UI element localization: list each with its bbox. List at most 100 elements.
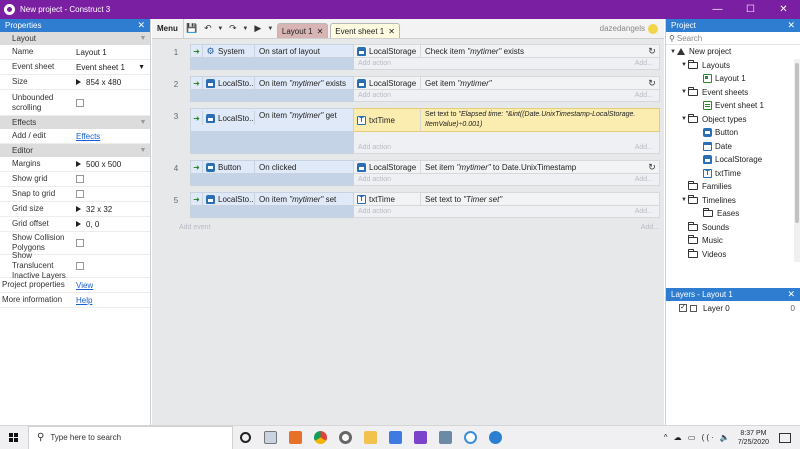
tab-layout-1[interactable]: Layout 1 ✕ [276, 23, 329, 38]
avatar-icon[interactable] [648, 23, 658, 34]
app-purple-icon[interactable] [408, 426, 433, 449]
collapse-icon[interactable]: ▼ [136, 119, 150, 126]
tree-item-videos[interactable]: Videos [666, 248, 800, 262]
tab-close-icon[interactable]: ✕ [388, 27, 395, 36]
collapse-icon[interactable]: ▼ [136, 35, 150, 42]
save-icon[interactable]: 💾 [184, 19, 200, 39]
layer-visible-checkbox[interactable]: ✓ [679, 304, 687, 312]
project-scrollbar[interactable] [794, 59, 800, 262]
tree-item-timelines[interactable]: ▼ Timelines [666, 194, 800, 208]
tree-item-event-sheet-1[interactable]: Event sheet 1 [666, 99, 800, 113]
app-s-icon[interactable] [483, 426, 508, 449]
app-orange-icon[interactable] [283, 426, 308, 449]
project-close-icon[interactable]: ✕ [787, 20, 795, 31]
snap-to-grid-checkbox[interactable] [76, 190, 84, 198]
redo-icon[interactable]: ↷ [225, 19, 241, 39]
project-search[interactable]: ⚲ Search [666, 32, 800, 45]
condition[interactable]: ➜ LocalSto... On item "mytimer" get [190, 108, 354, 132]
action[interactable]: TtxtTime Set text to "Timer set" [354, 192, 660, 206]
start-button[interactable] [0, 426, 28, 449]
event-row[interactable]: 1 ➜ ⚙ System On start of layout LocalStor… [174, 44, 660, 70]
expand-icon[interactable]: ▼ [669, 49, 677, 55]
tree-item-localstorage[interactable]: LocalStorage [666, 153, 800, 167]
minimize-button[interactable]: — [701, 0, 734, 19]
tree-item-layout-1[interactable]: Layout 1 [666, 72, 800, 86]
tree-item-event-sheets[interactable]: ▼ Event sheets [666, 86, 800, 100]
expand-arrow-icon[interactable] [76, 79, 81, 85]
add-action-button[interactable]: Add action Add... [354, 90, 660, 102]
tree-item-layouts[interactable]: ▼ Layouts [666, 59, 800, 73]
dropdown-arrow-icon[interactable]: ▼ [138, 64, 145, 71]
action[interactable]: LocalStorage Set item "mytimer" to Date.… [354, 160, 660, 174]
tab-event-sheet-1[interactable]: Event sheet 1 ✕ [330, 23, 400, 38]
tree-item-txttime[interactable]: TtxtTime [666, 167, 800, 181]
add-event-button[interactable]: Add event [179, 224, 211, 231]
section-effects[interactable]: Effects ▼ [0, 116, 150, 129]
expand-arrow-icon[interactable] [76, 161, 81, 167]
help-link[interactable]: Help [73, 296, 150, 305]
cortana-icon[interactable] [233, 426, 258, 449]
view-link[interactable]: View [73, 281, 150, 290]
app-circle-icon[interactable] [458, 426, 483, 449]
translucent-layers-checkbox[interactable] [76, 262, 84, 270]
event-row[interactable]: 4 ➜ Button On clicked LocalStorage Set i… [174, 160, 660, 186]
lock-icon[interactable] [690, 304, 697, 312]
add-more-label[interactable]: Add... [635, 208, 653, 215]
condition[interactable]: ➜ LocalSto... On item "mytimer" exists [190, 76, 354, 90]
add-action-button[interactable]: Add action Add... [354, 206, 660, 218]
add-more-label[interactable]: Add... [635, 92, 653, 99]
condition[interactable]: ➜ LocalSto... On item "mytimer" set [190, 192, 354, 206]
undo-dropdown-icon[interactable]: ▼ [216, 19, 225, 39]
section-editor[interactable]: Editor ▼ [0, 144, 150, 157]
tray-icons[interactable]: ^ ☁ ▭ ((· 🔈 [664, 433, 732, 442]
add-event-more[interactable]: Add... [641, 224, 659, 231]
app-gray-icon[interactable] [433, 426, 458, 449]
action[interactable]: TtxtTime Set text to "Elapsed time: "&in… [354, 108, 660, 132]
play-dropdown-icon[interactable]: ▼ [266, 19, 275, 39]
collapse-icon[interactable]: ▼ [136, 147, 150, 154]
condition[interactable]: ➜ Button On clicked [190, 160, 354, 174]
scrollbar-thumb[interactable] [795, 63, 799, 223]
layers-close-icon[interactable]: ✕ [787, 289, 795, 300]
layer-row[interactable]: ✓ Layer 0 0 [666, 301, 800, 315]
menu-button[interactable]: Menu [152, 18, 184, 39]
add-event-row[interactable]: Add event Add... [179, 224, 659, 231]
tree-item-eases[interactable]: Eases [666, 207, 800, 221]
event-sheet-select[interactable]: Event sheet 1 ▼ [73, 63, 150, 72]
add-action-button[interactable]: Add action Add... [354, 132, 660, 154]
tree-item-date[interactable]: Date [666, 140, 800, 154]
task-view-icon[interactable] [258, 426, 283, 449]
action[interactable]: LocalStorage Check item "mytimer" exists… [354, 44, 660, 58]
expand-arrow-icon[interactable] [76, 206, 81, 212]
maximize-button[interactable]: ☐ [734, 0, 767, 19]
close-window-button[interactable]: ✕ [767, 0, 800, 19]
collision-polygons-checkbox[interactable] [76, 239, 84, 247]
add-more-label[interactable]: Add... [635, 144, 653, 151]
tree-item-music[interactable]: Music [666, 234, 800, 248]
app-blue-icon[interactable] [383, 426, 408, 449]
tab-close-icon[interactable]: ✕ [317, 27, 324, 36]
user-account[interactable]: dazedangels [600, 23, 664, 34]
tree-item-new-project[interactable]: ▼ New project [666, 45, 800, 59]
taskbar-search[interactable]: ⚲ Type here to search [28, 425, 233, 449]
grid-size-field[interactable]: 32 x 32 [73, 205, 150, 214]
expand-icon[interactable]: ▼ [680, 89, 688, 95]
condition[interactable]: ➜ ⚙ System On start of layout [190, 44, 354, 58]
size-field[interactable]: 854 x 480 [73, 78, 150, 87]
action[interactable]: LocalStorage Get item "mytimer" ↻ [354, 76, 660, 90]
event-row[interactable]: 2 ➜ LocalSto... On item "mytimer" exists… [174, 76, 660, 102]
file-explorer-icon[interactable] [358, 426, 383, 449]
add-action-button[interactable]: Add action Add... [354, 58, 660, 70]
event-row[interactable]: 5 ➜ LocalSto... On item "mytimer" set Tt… [174, 192, 660, 218]
event-row[interactable]: 3 ➜ LocalSto... On item "mytimer" get Tt… [174, 108, 660, 154]
chrome-icon[interactable] [308, 426, 333, 449]
expand-arrow-icon[interactable] [76, 221, 81, 227]
tree-item-object-types[interactable]: ▼ Object types [666, 113, 800, 127]
name-field[interactable]: Layout 1 [73, 48, 150, 57]
expand-icon[interactable]: ▼ [680, 197, 688, 203]
expand-icon[interactable]: ▼ [680, 116, 688, 122]
unbounded-scrolling-checkbox[interactable] [76, 98, 84, 107]
properties-close-icon[interactable]: ✕ [137, 20, 145, 31]
redo-dropdown-icon[interactable]: ▼ [241, 19, 250, 39]
notification-icon[interactable] [779, 432, 791, 443]
